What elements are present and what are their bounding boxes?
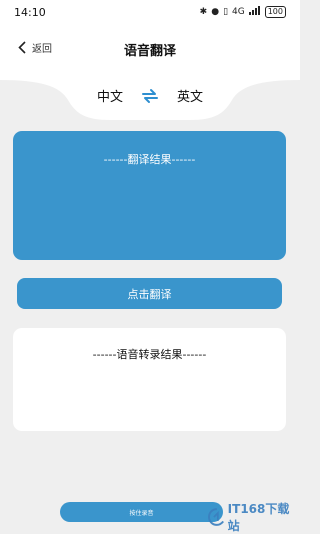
- watermark-logo: IT168下载站: [208, 500, 300, 534]
- page-title: 语音翻译: [123, 44, 176, 59]
- mic-icon: ●: [211, 7, 220, 17]
- signal-icon: [248, 6, 261, 18]
- translation-result-card: ------翻译结果------: [13, 131, 286, 260]
- transcription-result-card: ------语音转录结果------: [13, 328, 286, 431]
- language-row: 中文 英文: [0, 86, 300, 105]
- transcription-result-text: ------语音转录结果------: [92, 348, 207, 361]
- swap-icon[interactable]: [141, 88, 159, 104]
- translate-button[interactable]: 点击翻译: [17, 278, 282, 309]
- watermark-text: IT168下载站: [227, 502, 290, 533]
- language-selector: 中文 英文: [0, 72, 300, 120]
- status-icons: ✱ ● ▯ 4G 100: [200, 6, 286, 18]
- target-language[interactable]: 英文: [177, 86, 203, 105]
- source-language[interactable]: 中文: [97, 86, 123, 105]
- hold-to-record-button[interactable]: 按住录音: [60, 502, 223, 522]
- translation-result-text: ------翻译结果------: [103, 153, 196, 166]
- network-label: 4G: [232, 7, 245, 17]
- watermark-emblem-icon: [208, 508, 225, 526]
- battery-icon: 100: [264, 6, 286, 18]
- app-header: 返回 语音翻译: [0, 26, 300, 72]
- status-bar: 14:10 ✱ ● ▯ 4G 100: [0, 0, 300, 26]
- vibrate-icon: ▯: [223, 7, 229, 17]
- bluetooth-icon: ✱: [199, 7, 208, 17]
- status-time: 14:10: [14, 6, 46, 19]
